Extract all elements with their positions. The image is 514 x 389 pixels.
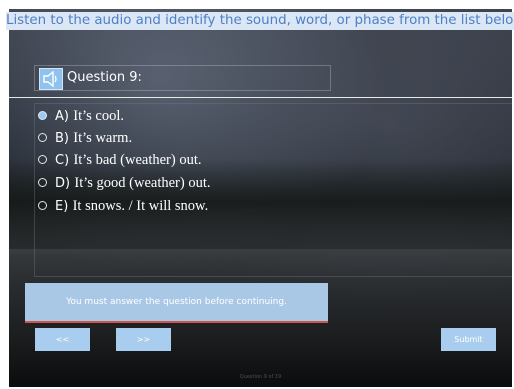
next-button[interactable]: >>: [116, 328, 171, 351]
answer-option[interactable]: E) It snows. / It will snow.: [38, 196, 208, 216]
radio-button[interactable]: [38, 110, 47, 120]
option-text: It’s cool.: [73, 108, 125, 124]
speaker-icon: [43, 71, 57, 87]
question-counter: Question 9 of 19: [239, 374, 282, 380]
option-text: It’s bad (weather) out.: [73, 152, 202, 168]
validation-message: You must answer the question before cont…: [25, 283, 328, 323]
divider: [9, 97, 512, 98]
radio-button[interactable]: [38, 200, 47, 210]
option-text: It’s warm.: [73, 130, 133, 146]
option-letter: C): [55, 153, 70, 168]
option-text: It’s good (weather) out.: [74, 175, 211, 191]
question-label: Question 9:: [67, 70, 142, 85]
submit-button[interactable]: Submit: [441, 328, 496, 351]
answer-option[interactable]: C) It’s bad (weather) out.: [38, 150, 202, 170]
answer-option[interactable]: A) It’s cool.: [38, 106, 124, 126]
option-letter: A): [55, 109, 69, 124]
radio-button[interactable]: [38, 132, 47, 142]
instruction-banner: Listen to the audio and identify the sou…: [6, 12, 514, 30]
option-text: It snows. / It will snow.: [72, 198, 209, 214]
radio-button[interactable]: [38, 154, 47, 164]
play-audio-button[interactable]: [39, 68, 63, 90]
answer-option[interactable]: D) It’s good (weather) out.: [38, 173, 211, 193]
quiz-frame: Question 9: A) It’s cool. B) It’s warm. C)…: [9, 9, 512, 387]
option-letter: E): [55, 199, 69, 214]
option-letter: B): [55, 131, 69, 146]
radio-button[interactable]: [38, 177, 47, 187]
option-letter: D): [55, 176, 71, 191]
answer-option[interactable]: B) It’s warm.: [38, 128, 132, 148]
previous-button[interactable]: <<: [35, 328, 90, 351]
